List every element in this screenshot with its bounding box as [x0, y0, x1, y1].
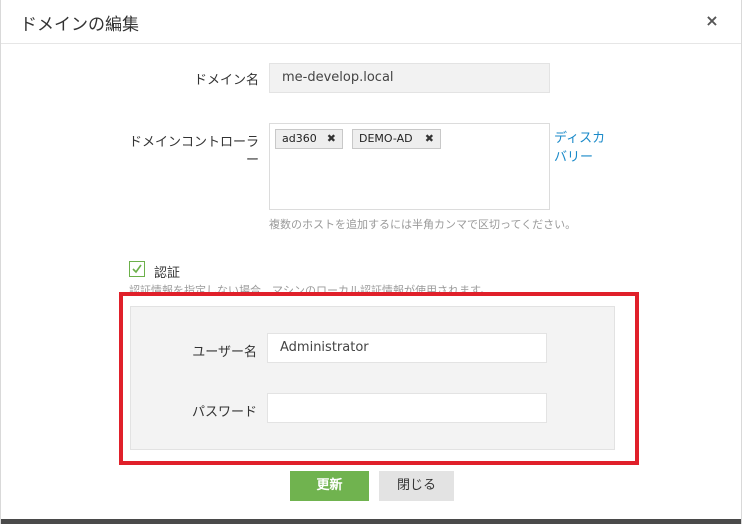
- discovery-link-text: ディスカ: [554, 131, 606, 146]
- tag-demo-ad: DEMO-AD ✖: [352, 129, 441, 149]
- dialog-header: ドメインの編集 ×: [1, 0, 741, 44]
- domain-controller-input[interactable]: ad360 ✖ DEMO-AD ✖: [269, 123, 550, 210]
- domain-controller-label-cont: ー: [245, 153, 259, 168]
- auth-label: 認証: [154, 266, 181, 281]
- dialog-title: ドメインの編集: [20, 15, 139, 35]
- check-icon: [132, 264, 142, 274]
- domain-name-label: ドメイン名: [193, 73, 259, 88]
- discovery-link[interactable]: ディスカ バリー: [554, 129, 614, 167]
- domain-controller-label: ドメインコントローラ: [128, 135, 259, 150]
- tag-label: DEMO-AD: [359, 132, 413, 145]
- tag-ad360: ad360 ✖: [275, 129, 343, 149]
- update-button[interactable]: 更新: [290, 471, 369, 501]
- controller-hint: 複数のホストを追加するには半角カンマで区切ってください。: [269, 218, 577, 231]
- remove-tag-icon[interactable]: ✖: [327, 130, 336, 148]
- discovery-link-text-cont: バリー: [554, 150, 594, 165]
- tag-label: ad360: [282, 132, 317, 145]
- auth-checkbox[interactable]: [129, 261, 145, 277]
- close-button[interactable]: 閉じる: [379, 471, 454, 501]
- domain-name-field[interactable]: me-develop.local: [269, 63, 550, 93]
- remove-tag-icon[interactable]: ✖: [425, 130, 434, 148]
- edit-domain-dialog: ドメインの編集 × ドメイン名 me-develop.local ドメインコント…: [0, 0, 742, 524]
- bottom-edge: [1, 519, 741, 524]
- close-icon[interactable]: ×: [703, 12, 721, 30]
- highlight-frame: [119, 292, 639, 465]
